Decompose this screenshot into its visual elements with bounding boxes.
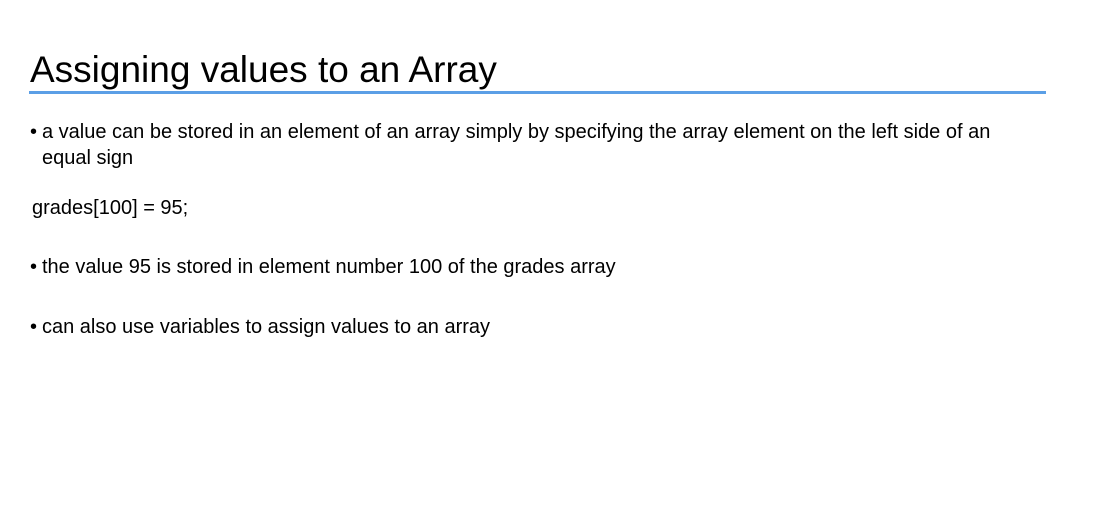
bullet-icon: • <box>30 316 38 338</box>
bullet-item: • a value can be stored in an element of… <box>30 119 1040 171</box>
slide-body: • a value can be stored in an element of… <box>30 119 1040 340</box>
bullet-icon: • <box>30 256 38 278</box>
bullet-icon: • <box>30 121 38 143</box>
bullet-item: • the value 95 is stored in element numb… <box>30 254 1040 280</box>
code-example: grades[100] = 95; <box>32 197 189 219</box>
bullet-text: a value can be stored in an element of a… <box>42 121 991 169</box>
bullet-text: the value 95 is stored in element number… <box>42 256 616 278</box>
bullet-item: • can also use variables to assign value… <box>30 314 1040 340</box>
title-underline <box>29 91 1046 94</box>
slide-title: Assigning values to an Array <box>30 49 497 90</box>
bullet-text: can also use variables to assign values … <box>42 316 491 338</box>
